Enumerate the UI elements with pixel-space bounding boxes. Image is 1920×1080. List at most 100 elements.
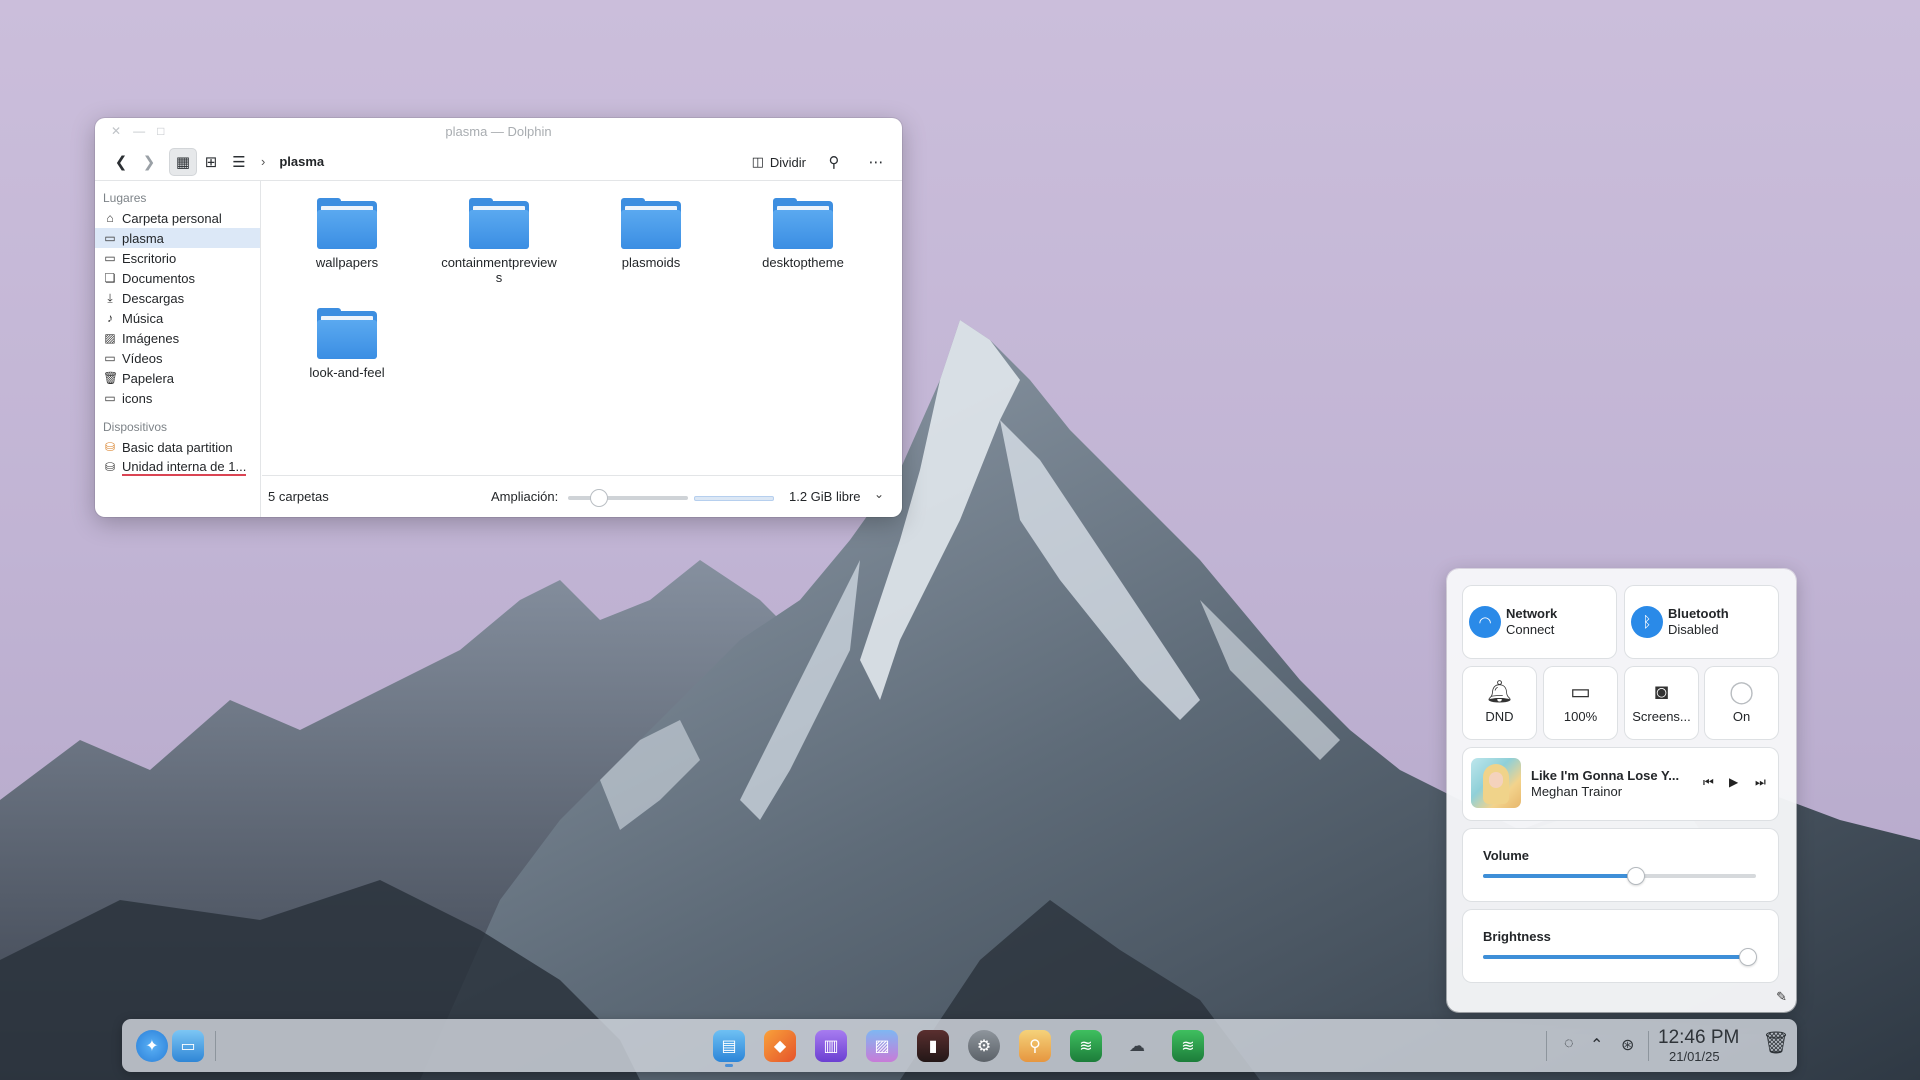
night-light-toggle[interactable]: ◯ On xyxy=(1705,667,1778,739)
free-space-label[interactable]: 1.2 GiB libre xyxy=(789,489,861,504)
firefox-app-icon[interactable]: ◆ xyxy=(764,1030,796,1062)
window-titlebar[interactable]: ✕ — □ plasma — Dolphin xyxy=(95,118,902,143)
folder-icon xyxy=(773,198,833,249)
place-papelera[interactable]: 🗑 Papelera xyxy=(95,368,260,388)
dolphin-window[interactable]: ✕ — □ plasma — Dolphin ❮ ❯ ▦ ⊞ ☰ › plasm… xyxy=(95,118,902,517)
place-plasma[interactable]: ▭ plasma xyxy=(95,228,260,248)
compact-view-button[interactable]: ⊞ xyxy=(197,148,225,176)
folder-item[interactable]: look-and-feel xyxy=(282,299,412,380)
trash-icon[interactable]: 🗑 xyxy=(1762,1030,1790,1056)
zoom-slider[interactable] xyxy=(568,489,688,507)
place-documentos[interactable]: ❏ Documentos xyxy=(95,268,260,288)
brightness-slider-handle[interactable] xyxy=(1738,948,1757,966)
file-view[interactable]: wallpapers containmentpreviews plasmoids… xyxy=(262,181,902,475)
network-tile[interactable]: ◠ Network Connect xyxy=(1463,586,1616,658)
folder-icon xyxy=(621,198,681,249)
split-view-icon: ◫ xyxy=(751,154,764,169)
search-app-icon[interactable]: ⚲ xyxy=(1019,1030,1051,1062)
bluetooth-title: Bluetooth xyxy=(1668,606,1729,621)
split-label: Dividir xyxy=(769,154,806,170)
bluetooth-tile[interactable]: ᛒ Bluetooth Disabled xyxy=(1625,586,1778,658)
previous-track-icon[interactable]: ⏮ xyxy=(1703,775,1714,790)
lightbulb-icon: ◯ xyxy=(1729,679,1754,704)
battery-toggle[interactable]: ▭ 100% xyxy=(1544,667,1617,739)
track-artist: Meghan Trainor xyxy=(1531,784,1623,799)
details-view-button[interactable]: ☰ xyxy=(225,148,253,176)
place-imagenes[interactable]: ▨ Imágenes xyxy=(95,328,260,348)
drive-icon: ⛁ xyxy=(104,440,116,454)
device-unidad-interna[interactable]: ⛁ Unidad interna de 1... xyxy=(95,457,260,477)
chevron-down-icon[interactable]: ⌄ xyxy=(874,487,884,501)
folder-icon xyxy=(469,198,529,249)
place-descargas[interactable]: ⤓ Descargas xyxy=(95,288,260,308)
place-videos[interactable]: ▭ Vídeos xyxy=(95,348,260,368)
folder-icon: ▭ xyxy=(104,391,116,405)
chevron-up-icon[interactable]: ⌃ xyxy=(1590,1035,1603,1055)
dolphin-app-icon[interactable]: ▤ xyxy=(713,1030,745,1062)
wifi-icon[interactable]: ◠ xyxy=(1469,606,1501,638)
image-icon: ▨ xyxy=(104,331,116,345)
dnd-toggle[interactable]: 🔔︎ DND xyxy=(1463,667,1536,739)
folder-item[interactable]: containmentpreviews xyxy=(434,189,564,285)
split-button[interactable]: ◫ Dividir xyxy=(752,154,806,170)
album-art xyxy=(1471,758,1521,808)
discover-app-icon[interactable]: ▥ xyxy=(815,1030,847,1062)
pencil-icon[interactable]: ✎ xyxy=(1776,989,1787,1005)
bluetooth-icon[interactable]: ᛒ xyxy=(1631,606,1663,638)
place-musica[interactable]: ♪ Música xyxy=(95,308,260,328)
chevron-right-icon: ❯ xyxy=(142,153,156,171)
play-icon[interactable]: ▶ xyxy=(1729,775,1738,789)
breadcrumb-current[interactable]: plasma xyxy=(279,154,324,169)
control-center-tray-icon[interactable]: ⊛ xyxy=(1621,1035,1634,1055)
folder-item[interactable]: desktoptheme xyxy=(738,189,868,270)
image-viewer-app-icon[interactable]: ▨ xyxy=(866,1030,898,1062)
volume-slider-handle[interactable] xyxy=(1626,867,1645,885)
zoom-slider-handle[interactable] xyxy=(590,489,608,507)
clock-date[interactable]: 21/01/25 xyxy=(1669,1049,1720,1064)
terminal-app-icon[interactable]: ▮ xyxy=(917,1030,949,1062)
panel-separator xyxy=(1648,1031,1649,1061)
weather-app-icon[interactable]: ☁ xyxy=(1121,1030,1153,1062)
item-count: 5 carpetas xyxy=(268,489,329,504)
places-header: Lugares xyxy=(103,191,147,205)
volume-label: Volume xyxy=(1483,848,1529,863)
folder-name: look-and-feel xyxy=(309,365,385,380)
clock-time[interactable]: 12:46 PM xyxy=(1658,1027,1739,1049)
brightness-slider[interactable] xyxy=(1483,948,1757,966)
search-button[interactable]: ⚲ xyxy=(820,148,848,176)
more-icon: ⋯ xyxy=(868,154,884,171)
place-carpeta-personal[interactable]: ⌂ Carpeta personal xyxy=(95,208,260,228)
music-app-icon[interactable]: ≋ xyxy=(1172,1030,1204,1062)
video-icon: ▭ xyxy=(104,351,116,365)
search-icon: ⚲ xyxy=(828,154,840,171)
place-icons[interactable]: ▭ icons xyxy=(95,388,260,408)
lightbulb-tray-icon[interactable]: ◌ xyxy=(1564,1035,1574,1053)
folder-icon: ▭ xyxy=(104,231,116,245)
drive-icon: ⛁ xyxy=(104,460,116,474)
desktop-overview-icon[interactable]: ▭ xyxy=(172,1030,204,1062)
brightness-tile: Brightness xyxy=(1463,910,1778,982)
back-button[interactable]: ❮ xyxy=(107,148,135,176)
network-status: Connect xyxy=(1506,622,1555,637)
media-player-tile[interactable]: Like I'm Gonna Lose Y... Meghan Trainor … xyxy=(1463,748,1778,820)
folder-name: wallpapers xyxy=(315,255,379,270)
screenshot-toggle[interactable]: ◙ Screens... xyxy=(1625,667,1698,739)
device-basic-data-partition[interactable]: ⛁ Basic data partition xyxy=(95,437,260,457)
folder-item[interactable]: wallpapers xyxy=(282,189,412,270)
icons-view-button[interactable]: ▦ xyxy=(169,147,197,176)
forward-button[interactable]: ❯ xyxy=(135,148,163,176)
volume-slider[interactable] xyxy=(1483,867,1756,885)
settings-app-icon[interactable]: ⚙ xyxy=(968,1030,1000,1062)
menu-button[interactable]: ⋯ xyxy=(862,148,890,176)
download-icon: ⤓ xyxy=(107,290,113,305)
panel-separator xyxy=(1546,1031,1547,1061)
folder-name: desktoptheme xyxy=(762,255,844,270)
next-track-icon[interactable]: ⏭ xyxy=(1755,775,1766,790)
zoom-label: Ampliación: xyxy=(491,489,559,504)
network-title: Network xyxy=(1506,606,1558,621)
spotify-app-icon[interactable]: ≋ xyxy=(1070,1030,1102,1062)
folder-item[interactable]: plasmoids xyxy=(586,189,716,270)
launcher-icon[interactable]: ✦ xyxy=(136,1030,168,1062)
toolbar: ❮ ❯ ▦ ⊞ ☰ › plasma ◫ Dividir ⚲ ⋯ xyxy=(95,143,902,181)
place-escritorio[interactable]: ▭ Escritorio xyxy=(95,248,260,268)
